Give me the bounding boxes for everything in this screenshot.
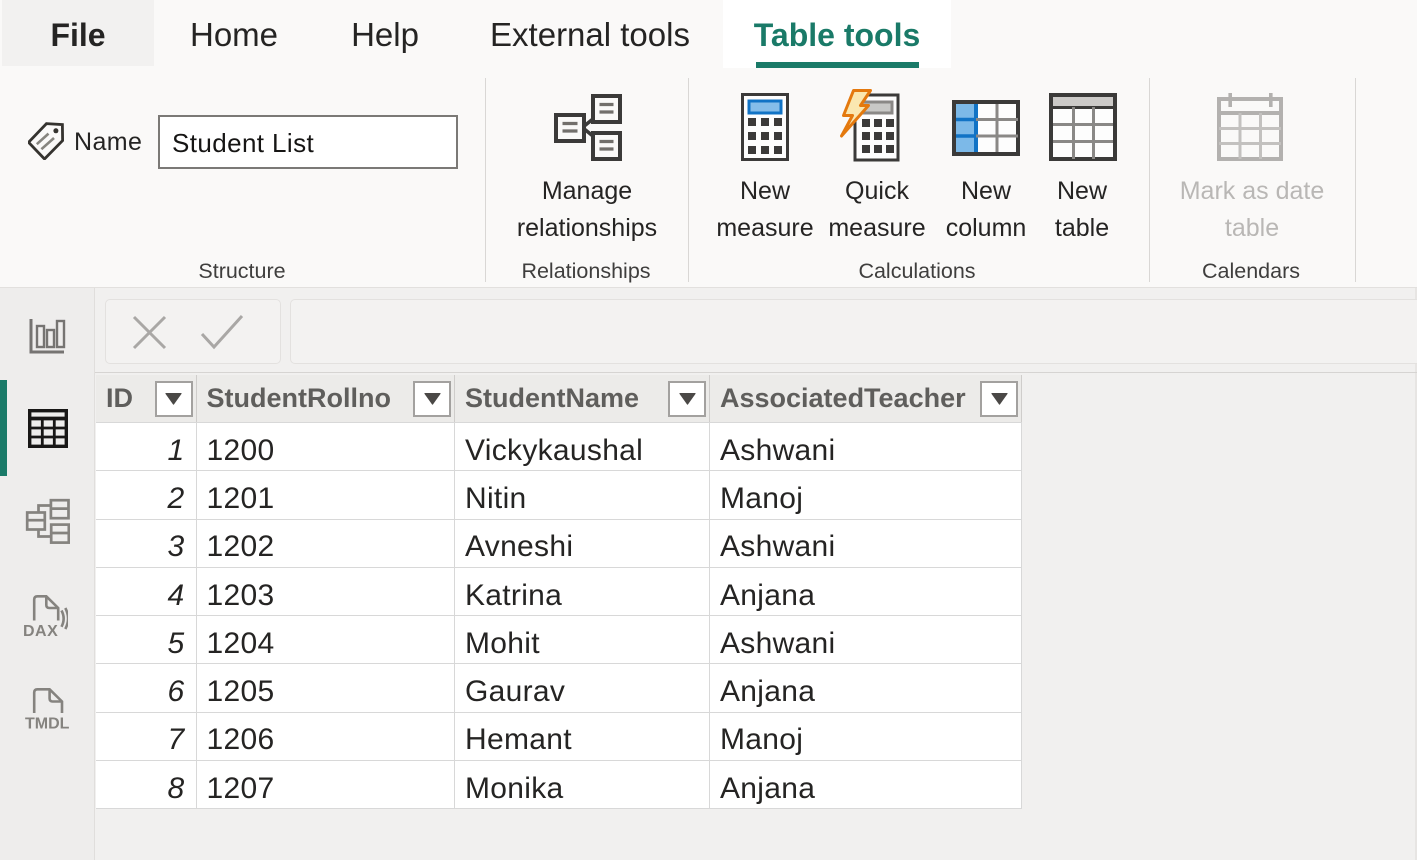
svg-text:TMDL: TMDL [25, 716, 70, 732]
svg-text:DAX: DAX [23, 623, 58, 638]
